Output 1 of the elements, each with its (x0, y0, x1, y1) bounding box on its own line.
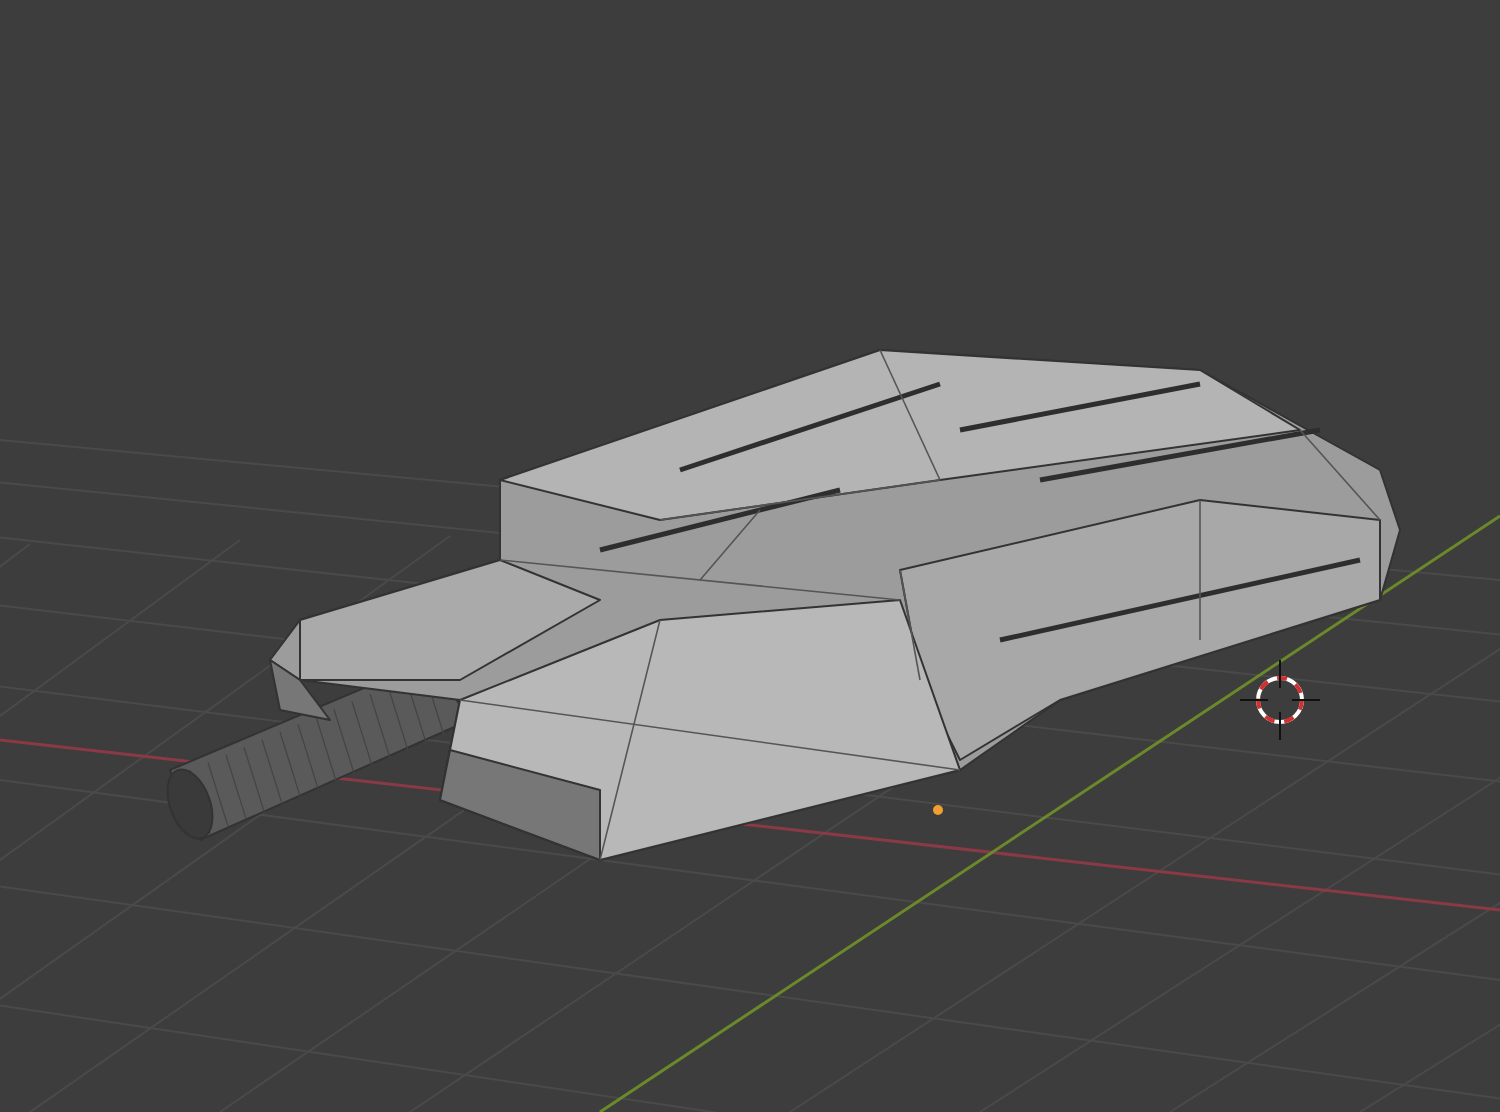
cursor-icon[interactable] (1239, 659, 1321, 741)
